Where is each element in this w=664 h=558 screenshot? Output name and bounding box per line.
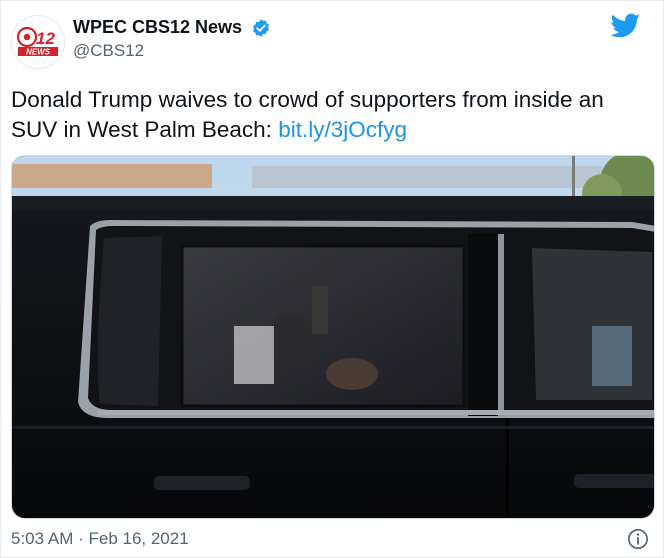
logo-word: NEWS [26,48,51,57]
verified-badge-icon [252,18,269,37]
logo-number: 12 [36,29,55,48]
avatar[interactable]: 12 NEWS [11,15,65,69]
display-name[interactable]: WPEC CBS12 News [73,17,242,38]
tweet-card: 12 NEWS WPEC CBS12 News @CBS12 Donald Tr… [0,0,664,558]
cbs12-logo-icon: 12 NEWS [16,26,58,57]
handle[interactable]: @CBS12 [73,41,271,61]
suv-photo [12,156,654,518]
tweet-timestamp[interactable]: 5:03 AM · Feb 16, 2021 [11,529,189,549]
tweet-text: Donald Trump waives to crowd of supporte… [11,85,651,145]
tweet-media-video[interactable] [11,155,655,519]
author-block: WPEC CBS12 News @CBS12 [73,17,271,61]
twitter-bird-icon[interactable] [611,13,641,39]
tweet-link[interactable]: bit.ly/3jOcfyg [278,117,407,142]
info-icon[interactable] [627,528,649,550]
